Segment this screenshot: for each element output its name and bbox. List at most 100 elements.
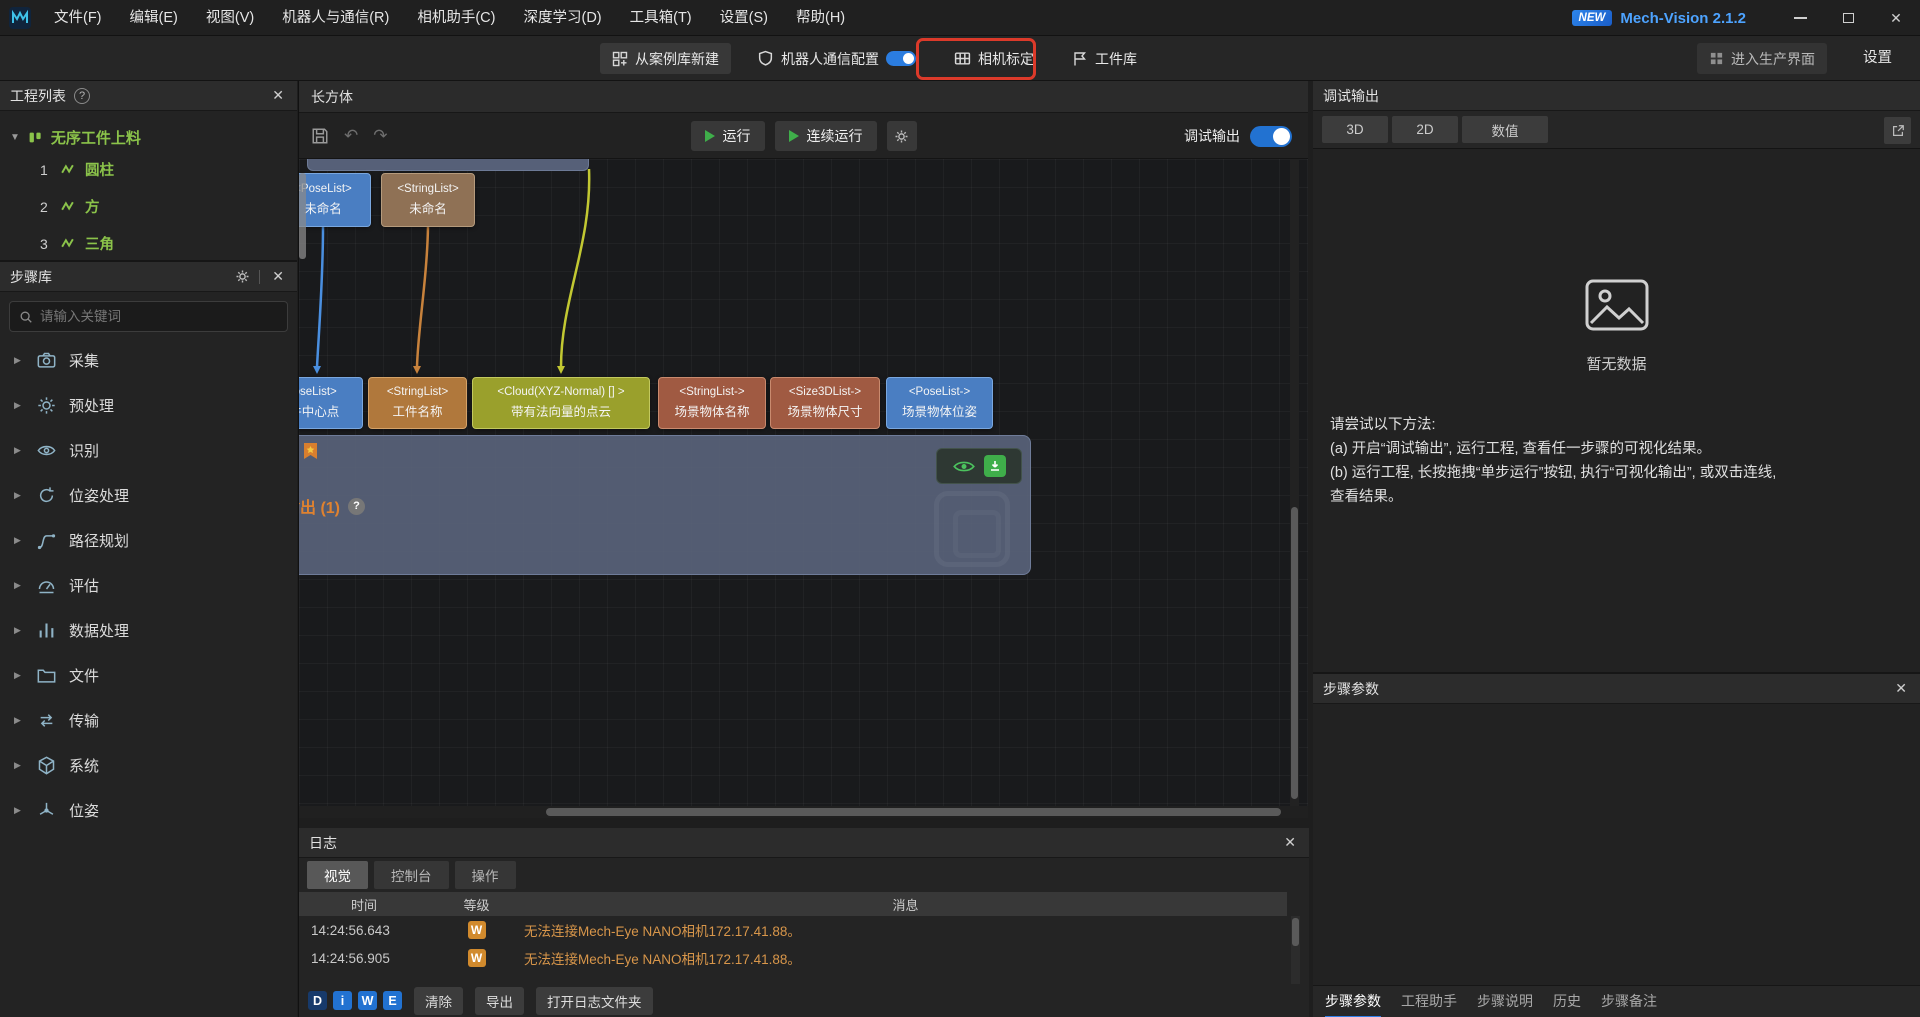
minimize-button[interactable]: [1776, 0, 1824, 36]
category-preprocess[interactable]: ▶ 预处理: [0, 383, 297, 428]
close-icon[interactable]: ✕: [1892, 680, 1910, 697]
menu-camera-assist[interactable]: 相机助手(C): [403, 0, 509, 36]
run-settings-button[interactable]: [887, 121, 917, 151]
scrollbar-thumb[interactable]: [1292, 918, 1299, 946]
log-tab-vision[interactable]: 视觉: [307, 861, 368, 889]
view-2d-button[interactable]: 2D: [1392, 116, 1458, 143]
robot-comm-config-button[interactable]: 机器人通信配置: [745, 43, 928, 74]
settings-button[interactable]: 设置: [1849, 43, 1906, 74]
port-node-scene-object-pose[interactable]: <PoseList-> 场景物体位姿: [886, 377, 993, 429]
menu-view[interactable]: 视图(V): [192, 0, 268, 36]
filter-debug-badge[interactable]: D: [308, 991, 327, 1010]
help-icon[interactable]: ?: [74, 88, 90, 104]
category-system[interactable]: ▶ 系统: [0, 743, 297, 788]
tab-project-assistant[interactable]: 工程助手: [1401, 986, 1457, 1017]
log-row[interactable]: 14:24:56.643 W 无法连接Mech-Eye NANO相机172.17…: [299, 916, 1287, 944]
port-node-stringlist-unnamed[interactable]: <StringList> 未命名: [381, 173, 475, 227]
chevron-right-icon[interactable]: ▶: [14, 535, 24, 546]
port-node-normal-cloud[interactable]: <Cloud(XYZ-Normal) [] > 带有法向量的点云: [472, 377, 650, 429]
menu-deep-learning[interactable]: 深度学习(D): [509, 0, 615, 36]
port-node-poselist-unnamed[interactable]: <PoseList> 未命名: [299, 173, 371, 227]
scrollbar-thumb[interactable]: [1291, 507, 1298, 799]
close-icon[interactable]: ✕: [1281, 834, 1299, 851]
enter-production-button[interactable]: 进入生产界面: [1697, 43, 1827, 74]
filter-error-badge[interactable]: E: [383, 991, 402, 1010]
close-icon[interactable]: ✕: [269, 268, 287, 285]
scrollbar-thumb[interactable]: [546, 808, 1281, 816]
camera-calibration-button[interactable]: 相机标定: [942, 43, 1046, 74]
port-node-workpiece-center[interactable]: <PoseList> 工件中心点: [299, 377, 363, 429]
filter-info-badge[interactable]: i: [333, 991, 352, 1010]
close-button[interactable]: ✕: [1872, 0, 1920, 36]
port-node-scene-object-name[interactable]: <StringList-> 场景物体名称: [658, 377, 766, 429]
menu-toolbox[interactable]: 工具箱(T): [616, 0, 706, 36]
log-scrollbar[interactable]: [1291, 916, 1300, 984]
chevron-right-icon[interactable]: ▶: [14, 670, 24, 681]
chevron-right-icon[interactable]: ▶: [14, 445, 24, 456]
export-log-button[interactable]: 导出: [475, 987, 524, 1015]
save-icon[interactable]: [311, 127, 329, 145]
log-row[interactable]: 14:24:56.905 W 无法连接Mech-Eye NANO相机172.17…: [299, 944, 1287, 972]
redo-icon[interactable]: ↷: [373, 126, 387, 146]
canvas-horizontal-scrollbar[interactable]: [299, 806, 1308, 818]
undo-icon[interactable]: ↶: [344, 126, 358, 146]
graph-canvas[interactable]: <PoseList> 未命名 <StringList> 未命名 <PoseLis…: [299, 159, 1308, 806]
connection-line[interactable]: [317, 227, 323, 367]
log-tab-console[interactable]: 控制台: [374, 861, 449, 889]
menu-edit[interactable]: 编辑(E): [116, 0, 192, 36]
search-input[interactable]: [40, 309, 260, 324]
category-evaluate[interactable]: ▶ 评估: [0, 563, 297, 608]
debug-output-toggle[interactable]: [1250, 126, 1292, 147]
canvas-left-scrollbar[interactable]: [299, 173, 306, 259]
visualize-eye-icon[interactable]: [953, 460, 975, 473]
tab-step-notes[interactable]: 步骤备注: [1601, 986, 1657, 1017]
gear-icon[interactable]: [235, 269, 250, 284]
open-log-folder-button[interactable]: 打开日志文件夹: [536, 987, 653, 1015]
workpiece-library-button[interactable]: 工件库: [1060, 43, 1149, 74]
close-icon[interactable]: ✕: [269, 87, 287, 104]
step-search-box[interactable]: [9, 301, 288, 332]
category-pose-process[interactable]: ▶ 位姿处理: [0, 473, 297, 518]
chevron-right-icon[interactable]: ▶: [14, 580, 24, 591]
menu-robot-comm[interactable]: 机器人与通信(R): [268, 0, 403, 36]
category-transfer[interactable]: ▶ 传输: [0, 698, 297, 743]
chevron-right-icon[interactable]: ▶: [14, 805, 24, 816]
category-pose[interactable]: ▶ 位姿: [0, 788, 297, 833]
robot-comm-toggle[interactable]: [886, 51, 916, 66]
pop-out-button[interactable]: [1884, 117, 1911, 144]
menu-help[interactable]: 帮助(H): [782, 0, 859, 36]
connection-line[interactable]: [561, 169, 589, 367]
category-recognize[interactable]: ▶ 识别: [0, 428, 297, 473]
output-step-node[interactable]: 输出 (1) ?: [299, 435, 1031, 575]
port-node-workpiece-name[interactable]: <StringList> 工件名称: [368, 377, 467, 429]
menu-file[interactable]: 文件(F): [40, 0, 116, 36]
chevron-down-icon[interactable]: ▼: [10, 132, 20, 143]
view-3d-button[interactable]: 3D: [1322, 116, 1388, 143]
chevron-right-icon[interactable]: ▶: [14, 625, 24, 636]
category-data-process[interactable]: ▶ 数据处理: [0, 608, 297, 653]
help-icon[interactable]: ?: [348, 498, 365, 515]
chevron-right-icon[interactable]: ▶: [14, 355, 24, 366]
maximize-button[interactable]: [1824, 0, 1872, 36]
clipped-node[interactable]: [307, 159, 589, 171]
new-from-case-button[interactable]: 从案例库新建: [600, 43, 731, 74]
log-tab-operation[interactable]: 操作: [455, 861, 516, 889]
view-value-button[interactable]: 数值: [1462, 116, 1548, 143]
menu-settings[interactable]: 设置(S): [706, 0, 782, 36]
run-button[interactable]: 运行: [691, 121, 765, 151]
project-item-triangle[interactable]: 3 三角: [0, 225, 297, 260]
graph-tab-title[interactable]: 长方体: [299, 81, 1308, 113]
project-item-square[interactable]: 2 方: [0, 188, 297, 225]
chevron-right-icon[interactable]: ▶: [14, 490, 24, 501]
step-run-download-icon[interactable]: [984, 455, 1006, 477]
tab-step-description[interactable]: 步骤说明: [1477, 986, 1533, 1017]
chevron-right-icon[interactable]: ▶: [14, 760, 24, 771]
port-node-scene-object-size[interactable]: <Size3DList-> 场景物体尺寸: [770, 377, 880, 429]
connection-line[interactable]: [417, 227, 428, 367]
tab-history[interactable]: 历史: [1553, 986, 1581, 1017]
canvas-vertical-scrollbar[interactable]: [1290, 159, 1299, 806]
category-capture[interactable]: ▶ 采集: [0, 338, 297, 383]
chevron-right-icon[interactable]: ▶: [14, 715, 24, 726]
continuous-run-button[interactable]: 连续运行: [775, 121, 877, 151]
project-item-cylinder[interactable]: 1 圆柱: [0, 151, 297, 188]
